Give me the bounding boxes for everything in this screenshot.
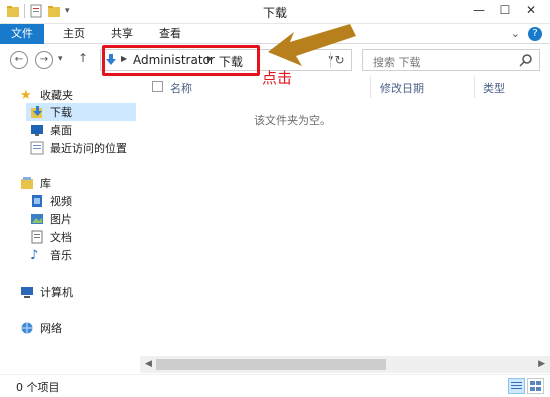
nav-network[interactable]: 网络 [20,319,62,337]
details-view-button[interactable] [508,378,525,394]
library-icon [21,177,33,189]
maximize-button[interactable]: ☐ [492,0,518,20]
star-icon: ★ [20,87,32,103]
scroll-left-icon[interactable]: ◀ [145,359,152,369]
nav-documents[interactable]: 文档 [30,228,72,246]
status-bar: 0 个项目 [0,374,550,397]
column-date-modified[interactable]: 修改日期 [380,80,424,96]
up-button[interactable]: ↑ [78,51,88,65]
nav-downloads[interactable]: 下载 [26,103,136,121]
expand-ribbon-icon[interactable]: ⌄ [511,27,520,41]
refresh-button[interactable]: ↻ [330,52,348,68]
quick-access-toolbar: ▾ [6,4,70,18]
scroll-thumb[interactable] [156,359,386,370]
tab-view[interactable]: 查看 [146,24,194,44]
breadcrumb-downloads[interactable]: 下载 [219,53,243,70]
document-icon [31,230,43,244]
large-icons-view-icon [530,381,541,391]
computer-icon [21,287,33,298]
tab-home[interactable]: 主页 [50,24,98,44]
ribbon-controls: ⌄ ? [511,27,542,41]
search-box[interactable]: 搜索 下载 [362,49,540,71]
tab-file[interactable]: 文件 [0,24,44,44]
music-icon: ♪ [30,247,39,263]
download-folder-icon [31,106,42,118]
item-count: 0 个项目 [16,381,60,394]
nav-label: 收藏夹 [40,89,73,102]
address-bar[interactable]: ▶ Administrator ▶ 下载 ▾ [100,49,352,71]
details-view-icon [511,382,522,389]
nav-label: 计算机 [40,286,73,299]
nav-music[interactable]: ♪ 音乐 [30,246,72,264]
select-all-checkbox[interactable] [152,81,163,92]
nav-label: 下载 [50,106,72,119]
breadcrumb-separator-icon: ▶ [121,54,128,63]
app-icon [7,6,19,17]
nav-computer[interactable]: 计算机 [20,283,73,301]
nav-label: 音乐 [50,249,72,262]
help-icon[interactable]: ? [528,27,542,41]
close-button[interactable]: ✕ [518,0,544,20]
file-list: 名称 修改日期 类型 该文件夹为空。 ◀ ▶ [140,76,550,374]
breadcrumb-administrator[interactable]: Administrator [133,53,215,67]
recent-places-icon [30,141,44,155]
scroll-right-icon[interactable]: ▶ [538,359,545,369]
horizontal-scrollbar[interactable]: ◀ ▶ [140,356,550,373]
picture-icon [31,214,43,224]
navigation-pane: ★ 收藏夹 下载 桌面 最近访问的位置 库 视频 图片 文档 ♪ 音乐 计算机 … [0,78,140,374]
nav-libraries[interactable]: 库 [20,174,51,192]
nav-label: 库 [40,177,51,190]
column-header: 名称 修改日期 类型 [140,76,550,98]
nav-label: 桌面 [50,124,72,137]
divider [370,76,371,98]
divider [24,4,25,18]
column-type[interactable]: 类型 [483,80,505,96]
ribbon-tabs: 文件 主页 共享 查看 [0,24,550,44]
customize-qat-icon[interactable]: ▾ [65,6,70,16]
video-icon [32,195,42,207]
desktop-icon [31,125,43,136]
download-folder-icon [106,54,116,65]
nav-label: 最近访问的位置 [50,142,127,155]
nav-favorites[interactable]: ★ 收藏夹 [20,86,73,104]
network-icon [21,322,33,334]
column-name[interactable]: 名称 [170,80,192,96]
large-icons-view-button[interactable] [527,378,544,394]
nav-recent-places[interactable]: 最近访问的位置 [30,139,127,157]
forward-button[interactable]: → [35,51,53,69]
nav-label: 网络 [40,322,62,335]
nav-label: 视频 [50,195,72,208]
nav-label: 图片 [50,213,72,226]
minimize-button[interactable]: — [466,0,492,20]
search-icon[interactable] [519,53,533,67]
divider [474,76,475,98]
breadcrumb-separator-icon: ▶ [207,54,214,63]
nav-videos[interactable]: 视频 [30,192,72,210]
nav-desktop[interactable]: 桌面 [30,121,72,139]
nav-label: 文档 [50,231,72,244]
empty-folder-message: 该文件夹为空。 [254,114,331,127]
new-folder-icon[interactable] [47,4,61,18]
tab-share[interactable]: 共享 [98,24,146,44]
nav-pictures[interactable]: 图片 [30,210,72,228]
back-button[interactable]: ← [10,51,28,69]
recent-locations-icon[interactable]: ▾ [58,54,63,64]
search-input[interactable]: 搜索 下载 [373,54,421,70]
title-bar: ▾ 下载 — ☐ ✕ [0,0,550,24]
window-controls: — ☐ ✕ [466,0,544,20]
properties-icon[interactable] [29,4,43,18]
